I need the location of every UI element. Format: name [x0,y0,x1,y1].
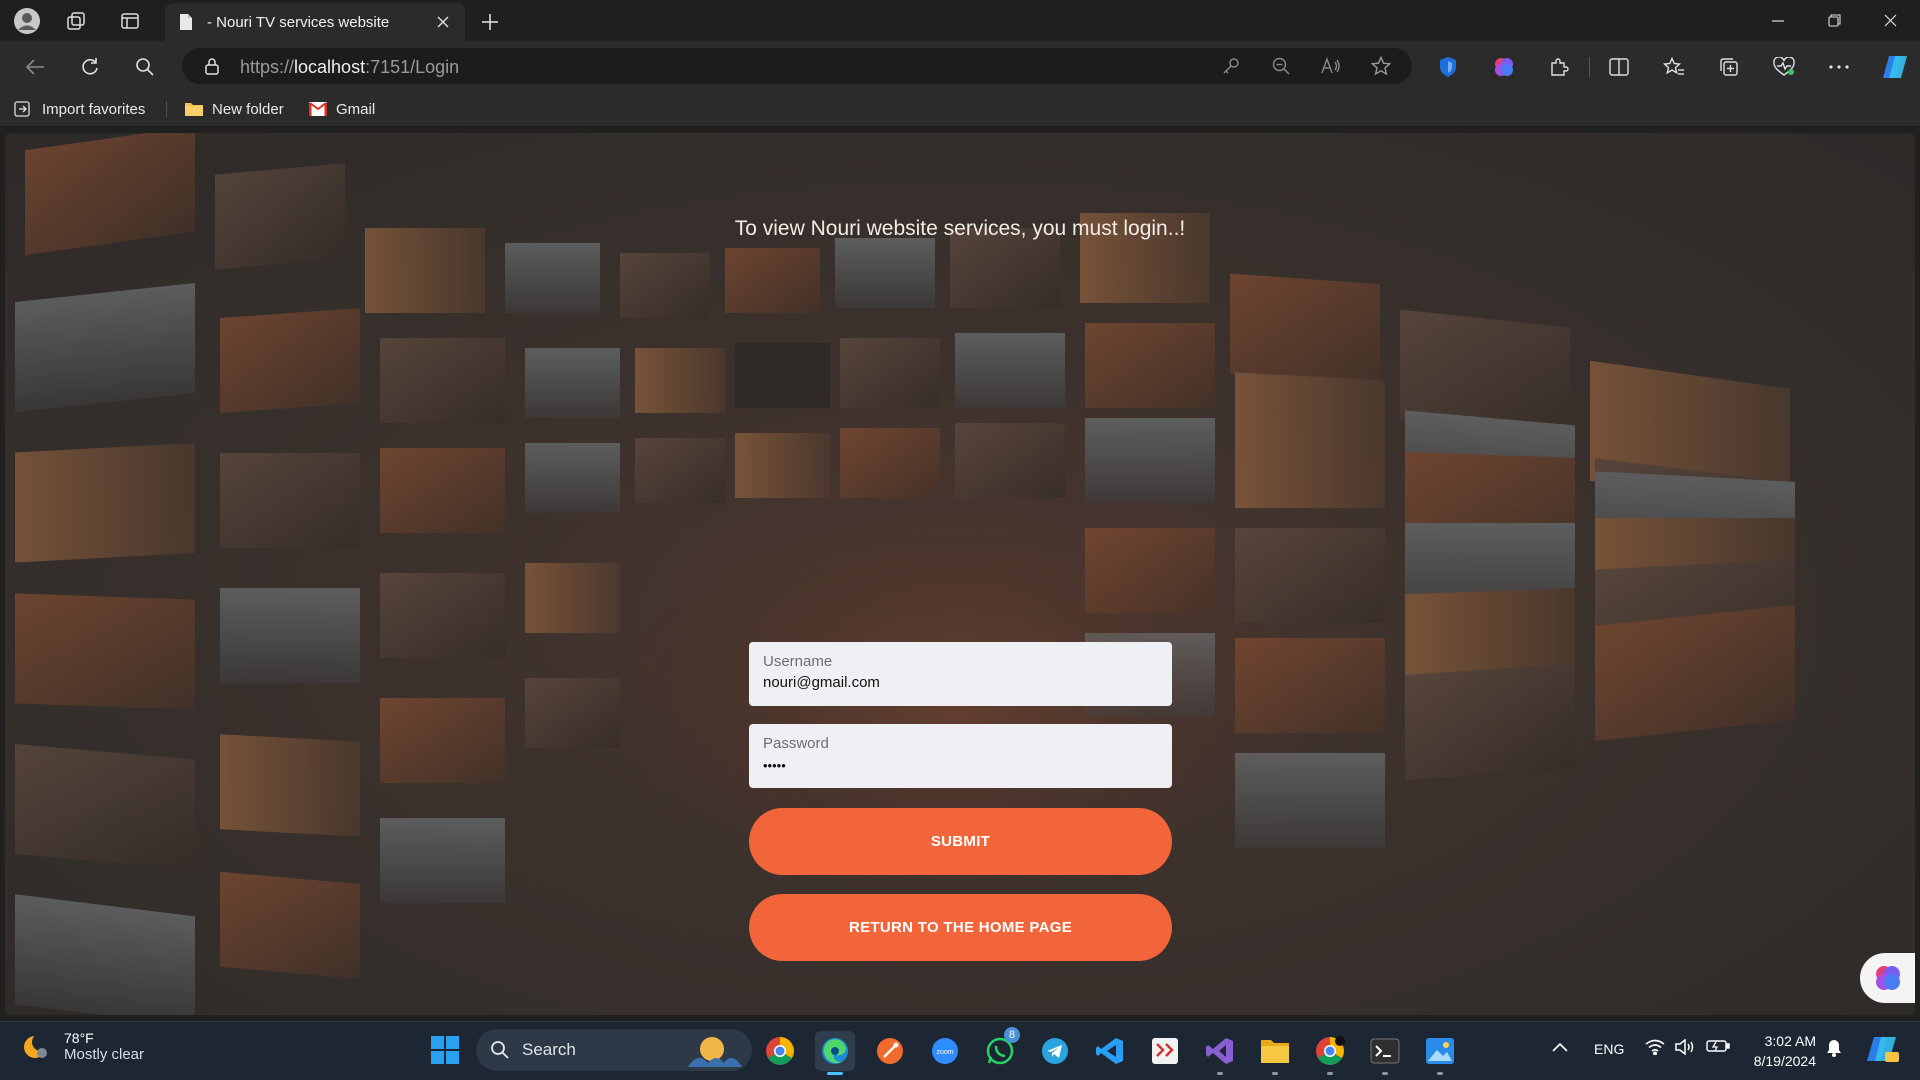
gmail-icon [308,100,328,118]
volume-icon[interactable] [1675,1038,1697,1059]
whatsapp-app-icon[interactable]: 8 [980,1027,1020,1071]
address-bar[interactable]: https://localhost:7151/Login [182,48,1412,84]
photos-app-icon[interactable] [1420,1031,1460,1075]
brain-extension-icon[interactable] [1491,54,1517,80]
password-label: Password [763,735,829,752]
page-icon [177,13,195,31]
whatsapp-badge: 8 [1004,1027,1020,1043]
wifi-icon[interactable] [1645,1039,1665,1059]
edge-app-icon[interactable] [815,1031,855,1075]
split-screen-icon[interactable] [1606,54,1632,80]
workspaces-icon[interactable] [62,7,90,35]
username-field[interactable]: Username nouri@gmail.com [749,642,1172,706]
shield-extension-icon[interactable] [1435,54,1461,80]
vertical-tabs-icon[interactable] [116,7,144,35]
vscode-app-icon[interactable] [1090,1031,1130,1071]
windows-start-icon[interactable] [430,1035,460,1065]
lock-icon[interactable] [202,56,222,76]
clock-time: 3:02 AM [1764,1033,1816,1049]
file-explorer-app-icon[interactable] [1255,1031,1295,1075]
password-value[interactable]: ••••• [763,758,1158,773]
tab-bar: - Nouri TV services website [0,0,1920,41]
restore-icon[interactable] [1806,0,1862,41]
taskbar: 78°F Mostly clear Search zoom 8 ENG 3:02… [0,1021,1920,1080]
clock-date: 8/19/2024 [1753,1053,1816,1069]
bookmark-divider [166,101,167,117]
floating-assistant-button[interactable] [1860,953,1915,1003]
running-indicator [1437,1072,1443,1075]
search-label: Search [522,1040,576,1059]
zoom-app-icon[interactable]: zoom [925,1031,965,1071]
read-aloud-icon[interactable] [1320,55,1342,77]
zoom-out-icon[interactable] [1270,55,1292,77]
weather-temperature: 78°F [64,1030,94,1046]
clock[interactable]: 3:02 AM 8/19/2024 [1748,1031,1816,1071]
background-overlay [5,133,1915,1015]
login-heading: To view Nouri website services, you must… [734,217,1186,240]
chrome-profile-app-icon[interactable] [1310,1031,1350,1075]
minimize-icon[interactable] [1750,0,1806,41]
username-value[interactable]: nouri@gmail.com [763,674,1158,691]
app-orange-icon[interactable] [870,1031,910,1071]
browser-essentials-icon[interactable] [1771,54,1797,80]
visual-studio-app-icon[interactable] [1200,1031,1240,1075]
url-text: https://localhost:7151/Login [240,57,460,77]
svg-text:zoom: zoom [936,1049,953,1056]
extensions-puzzle-icon[interactable] [1546,54,1572,80]
copilot-taskbar-icon[interactable] [1865,1034,1899,1068]
submit-button[interactable]: SUBMIT [749,808,1172,875]
bookmark-new-folder[interactable]: New folder [184,98,284,120]
folder-icon [184,100,204,118]
running-indicator [1272,1072,1278,1075]
import-icon [14,100,34,118]
browser-toolbar: https://localhost:7151/Login [0,41,1920,91]
toolbar-divider [1589,57,1590,77]
favorites-icon[interactable] [1661,54,1687,80]
profile-avatar-icon[interactable] [13,7,41,35]
password-field[interactable]: Password ••••• [749,724,1172,788]
new-tab-icon[interactable] [476,8,504,36]
bookmark-import-favorites[interactable]: Import favorites [14,98,145,120]
return-home-button[interactable]: RETURN TO THE HOME PAGE [749,894,1172,961]
bookmark-gmail[interactable]: Gmail [308,98,375,120]
collections-icon[interactable] [1716,54,1742,80]
tab-nouri-login[interactable]: - Nouri TV services website [165,3,465,41]
more-options-icon[interactable] [1826,54,1852,80]
terminal-app-icon[interactable] [1365,1031,1405,1075]
tab-title: - Nouri TV services website [207,13,390,31]
login-page: To view Nouri website services, you must… [5,133,1915,1015]
username-label: Username [763,653,833,670]
favorites-bar: Import favorites New folder Gmail [0,91,1920,127]
show-hidden-icons-chevron-icon[interactable] [1552,1039,1568,1056]
close-window-icon[interactable] [1862,0,1918,41]
battery-icon[interactable] [1706,1039,1730,1057]
key-icon[interactable] [1220,55,1242,77]
chrome-app-icon[interactable] [760,1031,800,1071]
active-indicator [827,1072,843,1075]
weather-widget[interactable]: 78°F Mostly clear [20,1030,144,1063]
running-indicator [1217,1072,1223,1075]
favorite-star-icon[interactable] [1370,55,1392,77]
close-tab-icon[interactable] [433,12,453,32]
language-indicator[interactable]: ENG [1594,1041,1624,1057]
running-indicator [1382,1072,1388,1075]
refresh-icon[interactable] [75,52,105,82]
copilot-icon[interactable] [1879,54,1911,80]
running-indicator [1327,1072,1333,1075]
weather-condition: Mostly clear [64,1046,145,1063]
search-icon[interactable] [130,52,160,82]
telegram-app-icon[interactable] [1035,1031,1075,1071]
search-highlight-icon [688,1037,742,1067]
back-icon[interactable] [20,52,50,82]
brain-icon [1876,966,1900,990]
weather-moon-icon [24,1032,50,1058]
search-icon [491,1041,509,1059]
diagram-app-icon[interactable] [1145,1031,1185,1071]
taskbar-search[interactable]: Search [476,1029,752,1071]
notification-bell-icon[interactable] [1826,1039,1842,1061]
